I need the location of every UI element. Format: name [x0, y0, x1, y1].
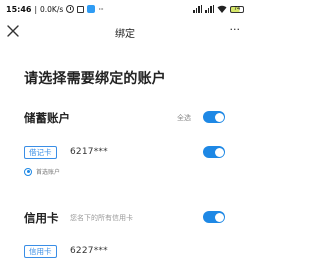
credit-card-tag: 信用卡 — [24, 245, 57, 258]
network-speed: 0.0K/s — [40, 4, 64, 14]
page-title: 绑定 — [115, 28, 135, 40]
debit-card-number: 6217*** — [70, 147, 108, 157]
wifi-icon — [217, 5, 227, 13]
status-separator: | — [34, 4, 37, 14]
title-bar: 绑定 ··· — [0, 20, 250, 44]
status-time: 15:46 — [6, 4, 32, 14]
status-left: 15:46 | 0.0K/s ··· — [6, 4, 104, 14]
credit-hint: 您名下的所有信用卡 — [70, 214, 133, 222]
more-icon[interactable]: ··· — [230, 23, 241, 36]
bind-account-page: 15:46 | 0.0K/s ··· 74 绑定 ··· 请选择需要绑定的账户 … — [0, 0, 250, 259]
credit-card-number: 6227*** — [70, 246, 108, 256]
savings-select-all-toggle[interactable] — [203, 111, 225, 123]
app-icon — [87, 5, 96, 13]
signal-icon — [193, 5, 202, 13]
default-radio-icon[interactable] — [24, 167, 32, 176]
signal-2-icon — [205, 5, 214, 13]
battery-icon: 74 — [230, 5, 244, 13]
section-heading: 请选择需要绑定的账户 — [24, 71, 166, 87]
credit-title: 信用卡 — [24, 211, 59, 225]
debit-card-tag: 借记卡 — [24, 146, 57, 159]
credit-select-all-toggle[interactable] — [203, 211, 225, 223]
savings-title: 储蓄账户 — [24, 111, 70, 125]
select-all-label[interactable]: 全选 — [177, 113, 191, 123]
close-icon[interactable] — [6, 24, 20, 38]
default-account-label: 首选账户 — [36, 169, 61, 176]
default-account-row[interactable]: 首选账户 — [24, 167, 60, 176]
alarm-icon — [66, 5, 75, 13]
debit-card-toggle[interactable] — [203, 146, 225, 158]
notification-icon — [77, 5, 85, 13]
status-right: 74 — [193, 5, 244, 13]
more-notifications-icon: ··· — [98, 4, 104, 14]
status-bar: 15:46 | 0.0K/s ··· 74 — [0, 0, 250, 18]
